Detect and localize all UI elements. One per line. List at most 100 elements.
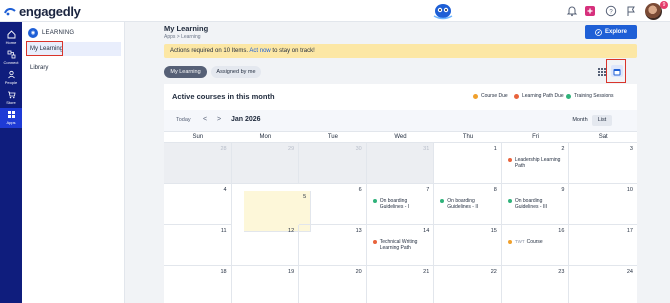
day-number: 24 — [626, 269, 633, 275]
event-text: On boarding Guidelines - II — [447, 198, 479, 210]
day-number: 3 — [629, 146, 633, 152]
calendar-day[interactable]: 16 TWT Course — [501, 225, 570, 266]
explore-button[interactable]: Explore — [585, 25, 637, 39]
rail-label: Apps — [6, 120, 16, 125]
learning-subnav: ◉ LEARNING My Learning Library — [22, 22, 125, 303]
event-text: Course — [526, 239, 543, 245]
calendar-event[interactable]: On boarding Guidelines - I — [372, 198, 431, 210]
calendar-toolbar: Today < > Jan 2026 Month List — [164, 110, 637, 131]
event-dot — [507, 158, 512, 162]
help-icon[interactable]: ? — [605, 5, 617, 17]
prev-month-button[interactable]: < — [203, 116, 207, 123]
day-number: 23 — [558, 269, 565, 275]
calendar-event[interactable]: Leadership Learning Path — [507, 157, 566, 169]
calendar-day[interactable]: 30 — [299, 143, 367, 184]
weekday-label: Thu — [462, 134, 474, 140]
calendar-day[interactable]: 15 — [434, 225, 502, 266]
calendar-day[interactable]: 28 — [164, 143, 232, 184]
day-number: 15 — [490, 228, 497, 234]
event-label: Technical Writing Learning Path — [380, 239, 431, 251]
weekday-label: Sat — [598, 134, 608, 140]
rail-item-home[interactable]: Home — [0, 28, 22, 48]
day-number: 30 — [355, 146, 362, 152]
calendar-day[interactable]: 10 — [569, 184, 637, 225]
day-number: 13 — [355, 228, 362, 234]
calendar-event[interactable]: On boarding Guidelines - III — [507, 198, 566, 210]
connect-icon — [7, 50, 15, 59]
calendar-day[interactable]: 6 — [299, 184, 367, 225]
calendar-day[interactable]: 31 — [366, 143, 435, 184]
brand-logo[interactable]: engagedly — [4, 4, 81, 19]
weekday-label: Sun — [192, 134, 204, 140]
event-label: TWT Course — [515, 239, 543, 245]
event-text: On boarding Guidelines - I — [379, 198, 410, 210]
subnav-item-library[interactable]: Library — [26, 61, 121, 75]
flag-icon[interactable] — [625, 5, 637, 17]
month-view-button[interactable]: Month — [569, 115, 591, 126]
apps-icon — [7, 111, 15, 118]
day-number: 18 — [220, 269, 227, 275]
rail-item-connect[interactable]: Connect — [0, 48, 22, 68]
calendar-day[interactable]: 20 — [299, 266, 367, 303]
calendar-event[interactable]: Technical Writing Learning Path — [372, 239, 431, 251]
left-rail: Home Connect People Store Apps — [0, 22, 22, 303]
svg-text:?: ? — [609, 9, 613, 15]
today-button[interactable]: Today — [176, 117, 191, 123]
rail-item-apps[interactable]: Apps — [0, 108, 22, 128]
calendar-day[interactable]: 18 — [164, 266, 232, 303]
calendar-day[interactable]: 7 On boarding Guidelines - I — [366, 184, 435, 225]
calendar-grid: Sun Mon Tue Wed Thu Fri Sat 28 29 30 31 1 2 Leadersh… — [164, 131, 637, 303]
tab-assigned-by-me[interactable]: Assigned by me — [211, 66, 261, 78]
legend-course-due: Course Due — [473, 93, 508, 99]
calendar-day[interactable]: 2 Leadership Learning Path — [501, 143, 570, 184]
bell-icon[interactable] — [566, 5, 578, 17]
weekday-label: Wed — [394, 134, 407, 140]
add-icon[interactable] — [584, 5, 596, 17]
legend-learning-path-due: Learning Path Due — [514, 93, 564, 99]
calendar-day[interactable]: 13 — [299, 225, 367, 266]
mascot-icon — [433, 4, 453, 20]
day-number: 29 — [288, 146, 295, 152]
day-number: 12 — [288, 228, 295, 234]
breadcrumb[interactable]: Apps > Learning — [164, 34, 201, 40]
legend-dot — [514, 93, 519, 99]
act-now-link[interactable]: Act now — [249, 48, 270, 54]
day-number: 28 — [220, 146, 227, 152]
event-text: On boarding Guidelines - III — [514, 198, 548, 210]
action-banner: Actions required on 10 Items. Act now to… — [164, 44, 637, 58]
next-month-button[interactable]: > — [217, 116, 221, 123]
calendar-day[interactable]: 21 — [367, 266, 435, 303]
calendar-day[interactable]: 23 — [502, 266, 570, 303]
calendar-day[interactable]: 19 — [232, 266, 300, 303]
day-number: 14 — [423, 228, 430, 234]
calendar-event[interactable]: TWT Course — [507, 239, 566, 245]
calendar-day[interactable]: 1 — [434, 143, 502, 184]
calendar-day[interactable]: 8 On boarding Guidelines - II — [434, 184, 502, 225]
event-label: On boarding Guidelines - I — [380, 198, 431, 210]
tab-my-learning[interactable]: My Learning — [164, 66, 207, 78]
calendar-event[interactable]: On boarding Guidelines - II — [440, 198, 498, 210]
learning-icon: ◉ — [28, 28, 38, 38]
calendar-day[interactable]: 14 Technical Writing Learning Path — [366, 225, 435, 266]
calendar-day[interactable]: 29 — [231, 143, 300, 184]
calendar-day[interactable]: 12 — [231, 225, 300, 266]
calendar-day[interactable]: 22 — [434, 266, 502, 303]
home-icon — [7, 30, 15, 39]
weekday-label: Fri — [532, 134, 540, 140]
event-dot — [372, 199, 377, 203]
page-title: My Learning — [164, 24, 209, 33]
rail-item-people[interactable]: People — [0, 68, 22, 88]
calendar-day[interactable]: 3 — [569, 143, 637, 184]
rail-item-store[interactable]: Store — [0, 88, 22, 108]
calendar-day[interactable]: 11 — [164, 225, 232, 266]
day-number: 22 — [490, 269, 497, 275]
calendar-day[interactable]: 4 — [164, 184, 232, 225]
people-icon — [7, 70, 15, 79]
calendar-day[interactable]: 17 — [569, 225, 637, 266]
list-view-button[interactable]: List — [592, 115, 612, 126]
grid-view-icon[interactable] — [598, 68, 606, 76]
calendar-day[interactable]: 24 — [569, 266, 637, 303]
day-number: 16 — [558, 228, 565, 234]
event-label: On boarding Guidelines - II — [447, 198, 498, 210]
calendar-day[interactable]: 9 On boarding Guidelines - III — [501, 184, 570, 225]
